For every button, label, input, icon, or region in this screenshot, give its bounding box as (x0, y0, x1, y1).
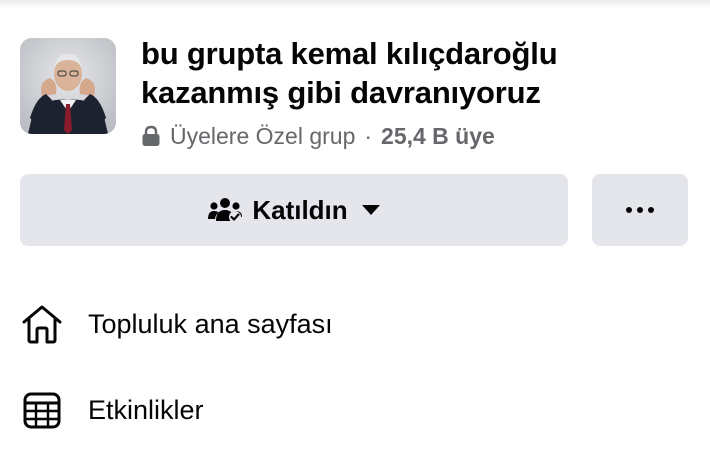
group-header: bu grupta kemal kılıçdaroğlu kazanmış gi… (20, 36, 690, 150)
joined-button-label: Katıldın (252, 194, 348, 225)
people-check-icon (208, 197, 243, 223)
lock-icon (141, 125, 161, 147)
group-avatar[interactable] (20, 38, 116, 134)
home-icon (20, 302, 64, 346)
group-title-line-1: bu grupta kemal kılıçdaroğlu (141, 36, 558, 71)
more-dots-icon (626, 207, 654, 213)
privacy-label[interactable]: Üyelere Özel grup (170, 122, 355, 150)
group-title[interactable]: bu grupta kemal kılıçdaroğlu kazanmış gi… (141, 34, 681, 112)
nav-item-events[interactable]: Etkinlikler (20, 380, 690, 440)
calendar-icon (20, 388, 64, 432)
joined-button[interactable]: Katıldın (20, 174, 568, 246)
caret-down-icon (361, 205, 380, 215)
nav-item-label: Etkinlikler (88, 394, 204, 425)
group-title-line-2: kazanmış gibi davranıyoruz (141, 75, 541, 110)
group-meta: Üyelere Özel grup · 25,4 B üye (141, 122, 495, 150)
meta-separator: · (364, 123, 373, 149)
more-options-button[interactable] (592, 174, 688, 246)
top-divider (0, 0, 710, 8)
nav-item-label: Topluluk ana sayfası (88, 308, 333, 339)
nav-item-community-home[interactable]: Topluluk ana sayfası (20, 294, 690, 354)
group-avatar-photo (20, 38, 116, 134)
member-count[interactable]: 25,4 B üye (381, 122, 495, 150)
group-actions: Katıldın (20, 174, 688, 246)
